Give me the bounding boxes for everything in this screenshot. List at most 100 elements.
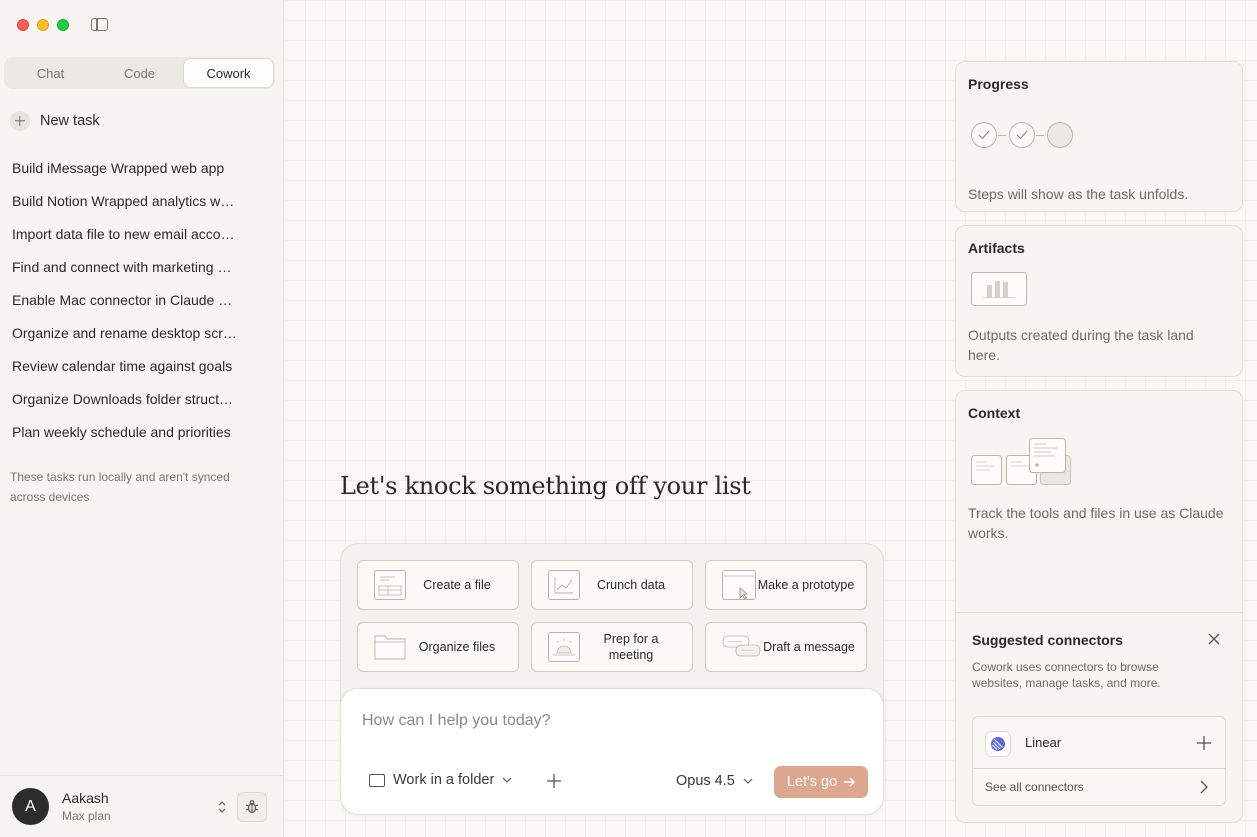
- new-task-button[interactable]: New task: [10, 111, 100, 131]
- folder-icon: [374, 632, 406, 662]
- progress-title: Progress: [968, 76, 1029, 92]
- progress-panel: Progress Steps will show as the task unf…: [955, 61, 1243, 212]
- chevron-up-down-icon[interactable]: [217, 800, 227, 814]
- chart-icon: [548, 570, 580, 600]
- crunch-data-button[interactable]: Crunch data: [531, 560, 693, 610]
- user-plan: Max plan: [62, 809, 111, 823]
- connectors-title: Suggested connectors: [972, 632, 1123, 648]
- see-all-connectors-link[interactable]: See all connectors: [985, 780, 1084, 794]
- prompt-input[interactable]: How can I help you today?: [362, 712, 551, 730]
- task-label: Build Notion Wrapped analytics w…: [12, 192, 235, 209]
- chevron-right-icon[interactable]: [1199, 780, 1209, 794]
- task-item[interactable]: Find and connect with marketing …: [12, 250, 252, 283]
- window-controls: [17, 19, 69, 31]
- quick-action-label: Organize files: [418, 640, 496, 654]
- sidebar-toggle-icon[interactable]: [91, 18, 108, 31]
- model-selector[interactable]: Opus 4.5: [676, 773, 753, 789]
- prototype-window-icon: [722, 570, 756, 600]
- new-task-label: New task: [40, 113, 100, 129]
- chevron-down-icon: [743, 778, 753, 784]
- make-prototype-button[interactable]: Make a prototype: [705, 560, 867, 610]
- organize-files-button[interactable]: Organize files: [357, 622, 519, 672]
- task-label: Review calendar time against goals: [12, 357, 233, 374]
- quick-actions: Create a file Crunch data Make a prototy…: [357, 560, 867, 672]
- user-name: Aakash: [62, 790, 109, 806]
- context-panel: Context Track the tools and files in use…: [955, 390, 1243, 823]
- avatar: A: [12, 788, 49, 825]
- quick-action-label: Crunch data: [596, 578, 666, 592]
- close-icon[interactable]: [1208, 633, 1220, 645]
- connector-item-linear[interactable]: Linear: [973, 717, 1225, 769]
- artifact-chart-icon: [971, 272, 1027, 306]
- artifacts-panel: Artifacts Outputs created during the tas…: [955, 225, 1243, 377]
- submit-label: Let's go: [786, 774, 838, 790]
- quick-action-label: Prep for a meeting: [603, 632, 659, 662]
- close-window-button[interactable]: [17, 19, 29, 31]
- task-label: Enable Mac connector in Claude …: [12, 291, 233, 308]
- mode-tabs: Chat Code Cowork: [4, 57, 275, 89]
- connectors-description: Cowork uses connectors to browse website…: [972, 660, 1161, 690]
- message-bubbles-icon: [722, 632, 762, 662]
- linear-logo-icon: [985, 731, 1011, 757]
- task-item[interactable]: Review calendar time against goals: [12, 349, 252, 382]
- step-complete-icon: [971, 122, 997, 148]
- task-item[interactable]: Organize and rename desktop scr…: [12, 316, 252, 349]
- maximize-window-button[interactable]: [57, 19, 69, 31]
- tab-code[interactable]: Code: [95, 59, 184, 87]
- bug-report-button[interactable]: [237, 792, 267, 822]
- task-label: Organize Downloads folder struct…: [12, 390, 233, 407]
- task-item[interactable]: Import data file to new email acco…: [12, 217, 252, 250]
- plus-icon: [10, 111, 30, 131]
- add-connector-icon[interactable]: [1196, 735, 1212, 751]
- progress-description: Steps will show as the task unfolds.: [968, 186, 1189, 202]
- connector-name: Linear: [1025, 735, 1062, 750]
- tab-chat[interactable]: Chat: [6, 59, 95, 87]
- tab-cowork[interactable]: Cowork: [184, 59, 273, 87]
- model-label: Opus 4.5: [676, 773, 735, 789]
- minimize-window-button[interactable]: [37, 19, 49, 31]
- step-pending-icon: [1047, 122, 1073, 148]
- prompt-input-box[interactable]: How can I help you today? Work in a fold…: [340, 688, 884, 815]
- task-label: Find and connect with marketing …: [12, 258, 232, 275]
- context-description: Track the tools and files in use as Clau…: [968, 505, 1224, 541]
- main-area: Let's knock something off your list Crea…: [285, 0, 1257, 837]
- step-complete-icon: [1009, 122, 1035, 148]
- task-label: Import data file to new email acco…: [12, 225, 235, 242]
- draft-message-button[interactable]: Draft a message: [705, 622, 867, 672]
- chevron-down-icon: [502, 777, 512, 783]
- user-info: Aakash Max plan: [62, 790, 111, 823]
- bug-icon: [245, 800, 259, 814]
- meeting-icon: [548, 632, 580, 662]
- add-attachment-icon[interactable]: [546, 773, 562, 789]
- lets-go-button[interactable]: Let's go: [774, 766, 868, 798]
- task-label: Organize and rename desktop scr…: [12, 324, 237, 341]
- local-tasks-note: These tasks run locally and aren't synce…: [10, 470, 230, 504]
- task-item[interactable]: Build Notion Wrapped analytics w…: [12, 184, 252, 217]
- suggested-connectors: Suggested connectors Cowork uses connect…: [956, 612, 1242, 822]
- connector-list: Linear See all connectors: [972, 716, 1226, 806]
- folder-icon: [369, 773, 385, 787]
- task-list: Build iMessage Wrapped web app Build Not…: [12, 151, 252, 448]
- artifacts-title: Artifacts: [968, 240, 1025, 256]
- task-item[interactable]: Organize Downloads folder struct…: [12, 382, 252, 415]
- task-item[interactable]: Enable Mac connector in Claude …: [12, 283, 252, 316]
- user-bar[interactable]: A Aakash Max plan: [0, 775, 284, 837]
- task-item[interactable]: Build iMessage Wrapped web app: [12, 151, 252, 184]
- composer: Create a file Crunch data Make a prototy…: [340, 543, 884, 815]
- quick-action-label: Draft a message: [763, 640, 855, 654]
- task-label: Plan weekly schedule and priorities: [12, 423, 231, 440]
- quick-action-label: Create a file: [423, 578, 491, 592]
- spreadsheet-icon: [374, 570, 406, 600]
- create-file-button[interactable]: Create a file: [357, 560, 519, 610]
- artifacts-description: Outputs created during the task land her…: [968, 327, 1194, 363]
- step-connector: [998, 135, 1006, 136]
- task-label: Build iMessage Wrapped web app: [12, 159, 225, 176]
- sidebar: Chat Code Cowork New task Build iMessage…: [0, 0, 284, 837]
- page-title: Let's knock something off your list: [340, 472, 751, 500]
- context-files-icon: [971, 438, 1071, 485]
- work-in-folder-button[interactable]: Work in a folder: [369, 772, 512, 788]
- folder-label: Work in a folder: [393, 772, 495, 788]
- prep-meeting-button[interactable]: Prep for a meeting: [531, 622, 693, 672]
- task-item[interactable]: Plan weekly schedule and priorities: [12, 415, 252, 448]
- quick-action-label: Make a prototype: [757, 578, 855, 592]
